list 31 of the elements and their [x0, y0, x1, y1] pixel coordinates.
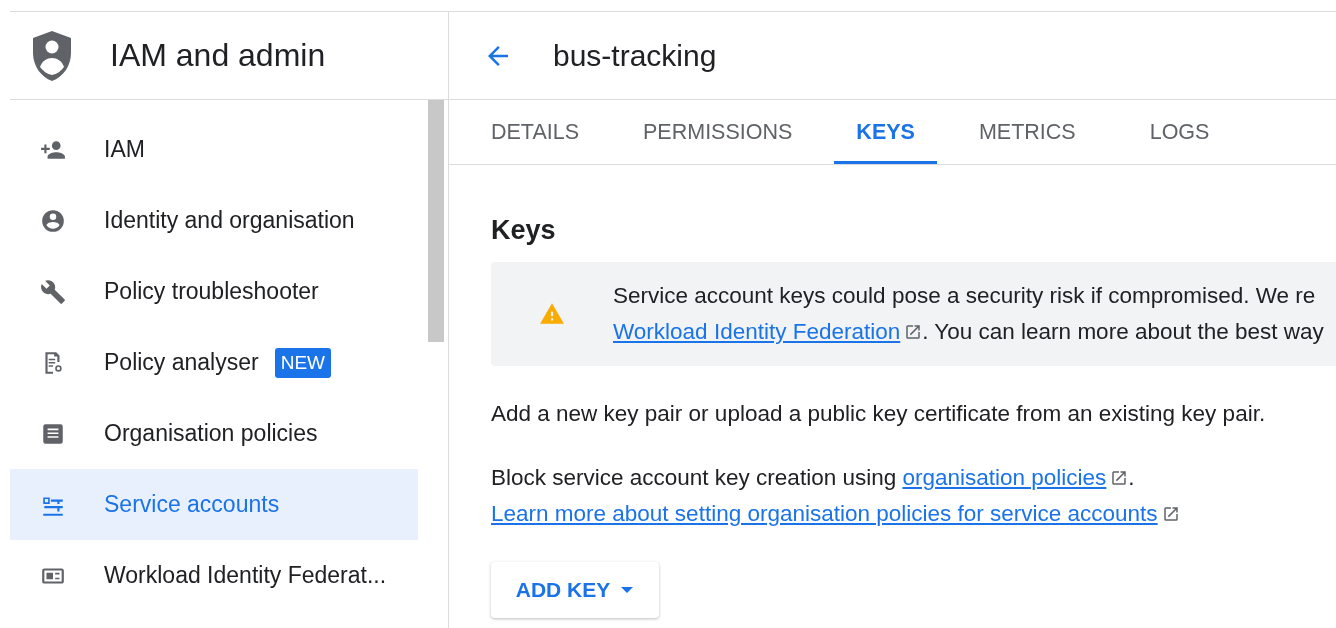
tab[interactable]: KEYS — [834, 100, 937, 164]
page-title: bus-tracking — [553, 38, 717, 73]
new-badge: NEW — [274, 347, 331, 378]
tab[interactable]: DETAILS — [469, 100, 601, 164]
sidebar-item[interactable]: Policy analyser NEW — [10, 327, 418, 398]
tab[interactable]: METRICS — [956, 100, 1098, 164]
sidebar-item[interactable]: Service accounts — [10, 469, 418, 540]
sidebar-title: IAM and admin — [110, 37, 326, 74]
sidebar-item[interactable]: IAM — [10, 114, 418, 185]
sidebar-item[interactable]: Organisation policies — [10, 398, 418, 469]
tab[interactable]: LOGS — [1127, 100, 1232, 164]
warning-icon — [539, 301, 565, 327]
sidebar-item[interactable]: Workload Identity Federat... — [10, 540, 418, 611]
block-text: Block service account key creation using organisation policies . — [491, 464, 1136, 492]
sidebar-item[interactable]: Identity and organisation — [10, 185, 418, 256]
section-heading: Keys — [491, 215, 557, 246]
shield-person-icon — [30, 28, 74, 83]
add-key-button[interactable]: ADD KEY — [491, 562, 659, 618]
caret-icon — [620, 586, 635, 594]
tab[interactable]: PERMISSIONS — [621, 100, 815, 164]
scrollbar-thumb[interactable] — [428, 100, 444, 342]
external-link-icon — [1161, 505, 1180, 523]
intro-text: Add a new key pair or upload a public key certificate from an existing key pair. — [491, 400, 1267, 428]
workload-identity-link[interactable]: Workload Identity Federation — [613, 319, 901, 344]
learn-more-link[interactable]: Learn more about setting organisation policies for service accounts — [491, 501, 1158, 526]
warning-message: Service account keys could pose a security risk if compromised. We re Workload Identity Federation . You can learn more about the best way — [613, 282, 1324, 346]
wrench-icon — [40, 278, 66, 305]
organisation-policies-link[interactable]: organisation policies — [902, 465, 1107, 490]
external-link-icon — [1110, 469, 1129, 487]
sidebar-item[interactable]: Policy troubleshooter — [10, 256, 418, 327]
external-link-icon — [904, 323, 923, 341]
